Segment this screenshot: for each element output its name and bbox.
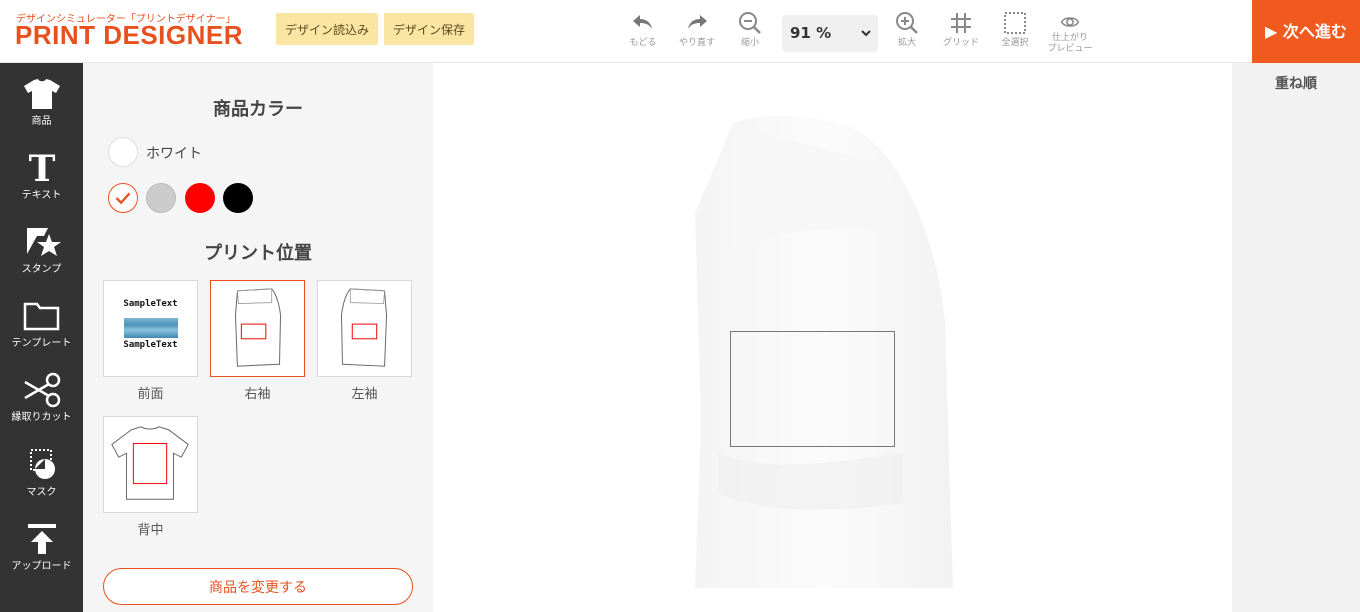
left-sleeve-diagram [341, 288, 388, 367]
position-card-right-sleeve[interactable] [210, 280, 305, 377]
undo-icon [633, 15, 652, 29]
sidebar-item-label: テキスト [21, 190, 62, 201]
position-label-front: 前面 [137, 387, 164, 402]
tool-sidebar: 商品 T テキスト スタンプ テンプレート 縁取りカット マスク アップロード [0, 63, 83, 612]
redo-icon [688, 15, 707, 29]
design-canvas[interactable] [433, 63, 1232, 612]
position-card-back[interactable] [103, 416, 198, 513]
svg-text:T: T [28, 150, 55, 186]
logo[interactable]: PRINT DESIGNER [15, 20, 243, 51]
position-section-title: プリント位置 [204, 243, 312, 264]
sidebar-item-template[interactable]: テンプレート [0, 285, 83, 357]
position-card-left-sleeve[interactable] [317, 280, 412, 377]
top-toolbar: デザインシミュレーター「プリントデザイナー」 PRINT DESIGNER デザ… [0, 0, 1360, 63]
stamp-icon [26, 228, 61, 256]
sidebar-item-mask[interactable]: マスク [0, 434, 83, 506]
upload-icon [27, 524, 56, 554]
check-icon [115, 192, 131, 205]
eye-icon [1060, 17, 1080, 27]
sidebar-item-label: 縁取りカット [11, 412, 72, 423]
back-tshirt-diagram [111, 426, 189, 500]
sidebar-item-label: マスク [26, 487, 57, 498]
change-product-button[interactable]: 商品を変更する [103, 568, 413, 605]
sidebar-item-label: スタンプ [21, 264, 62, 275]
sidebar-item-text[interactable]: T テキスト [0, 137, 83, 209]
preview-label-line1: 仕上がり [1051, 33, 1088, 43]
position-card-front[interactable]: SampleText SampleText [103, 280, 198, 377]
zoom-out-button[interactable]: 縮小 [723, 8, 777, 60]
load-design-button[interactable]: デザイン読込み [276, 13, 378, 45]
zoom-out-icon [739, 12, 761, 34]
grid-icon [951, 13, 971, 33]
zoom-in-icon [896, 12, 918, 34]
mask-icon [29, 449, 55, 479]
text-icon: T [28, 150, 55, 186]
right-sleeve-diagram [234, 288, 281, 367]
color-swatch-red[interactable] [185, 183, 215, 213]
zoom-in-label: 拡大 [897, 38, 916, 48]
grid-label: グリッド [942, 38, 979, 48]
select-all-label: 全選択 [1001, 38, 1029, 48]
color-swatch-gray[interactable] [146, 183, 176, 213]
sidebar-item-label: アップロード [11, 561, 72, 572]
sample-wave-image [124, 318, 178, 338]
preview-button[interactable]: 仕上がり プレビュー [1043, 8, 1097, 60]
select-all-button[interactable]: 全選択 [988, 8, 1042, 60]
sample-text-bottom: SampleText [123, 340, 178, 350]
sidebar-item-upload[interactable]: アップロード [0, 508, 83, 580]
select-all-icon [1004, 12, 1026, 34]
sidebar-item-cut[interactable]: 縁取りカット [0, 359, 83, 431]
next-step-button[interactable]: ▶ 次へ進む [1252, 0, 1360, 63]
redo-label: やり直す [678, 38, 715, 48]
sample-text-top: SampleText [123, 299, 178, 309]
zoom-value: 91 % [790, 24, 832, 42]
sidebar-item-stamp[interactable]: スタンプ [0, 211, 83, 283]
scissors-icon [23, 372, 60, 408]
save-design-button[interactable]: デザイン保存 [384, 13, 474, 45]
position-label-back: 背中 [137, 523, 164, 538]
zoom-in-button[interactable]: 拡大 [880, 8, 934, 60]
position-label-left-sleeve: 左袖 [351, 387, 378, 402]
settings-panel: 商品カラー ホワイト プリント位置 SampleText SampleText … [83, 63, 433, 612]
zoom-select[interactable]: 91 % [782, 15, 878, 52]
chevron-down-icon [861, 30, 871, 37]
position-label-right-sleeve: 右袖 [244, 387, 271, 402]
color-swatch-white[interactable] [108, 183, 138, 213]
tshirt-icon [23, 79, 60, 109]
undo-button[interactable]: もどる [616, 8, 670, 60]
sidebar-item-product[interactable]: 商品 [0, 63, 83, 135]
preview-label-line2: プレビュー [1047, 44, 1093, 54]
layer-panel: 重ね順 [1232, 63, 1360, 612]
undo-label: もどる [629, 38, 657, 48]
print-area[interactable] [730, 331, 895, 447]
color-section-title: 商品カラー [213, 99, 303, 120]
selected-color-name: ホワイト [146, 146, 202, 162]
folder-icon [23, 302, 59, 331]
sidebar-item-label: テンプレート [11, 338, 72, 349]
swatch-preview-white [108, 137, 138, 167]
sidebar-item-label: 商品 [31, 116, 52, 127]
grid-button[interactable]: グリッド [934, 8, 988, 60]
layer-order-title: 重ね順 [1275, 76, 1317, 92]
redo-button[interactable]: やり直す [670, 8, 724, 60]
color-swatch-black[interactable] [223, 183, 253, 213]
zoom-out-label: 縮小 [740, 38, 759, 48]
